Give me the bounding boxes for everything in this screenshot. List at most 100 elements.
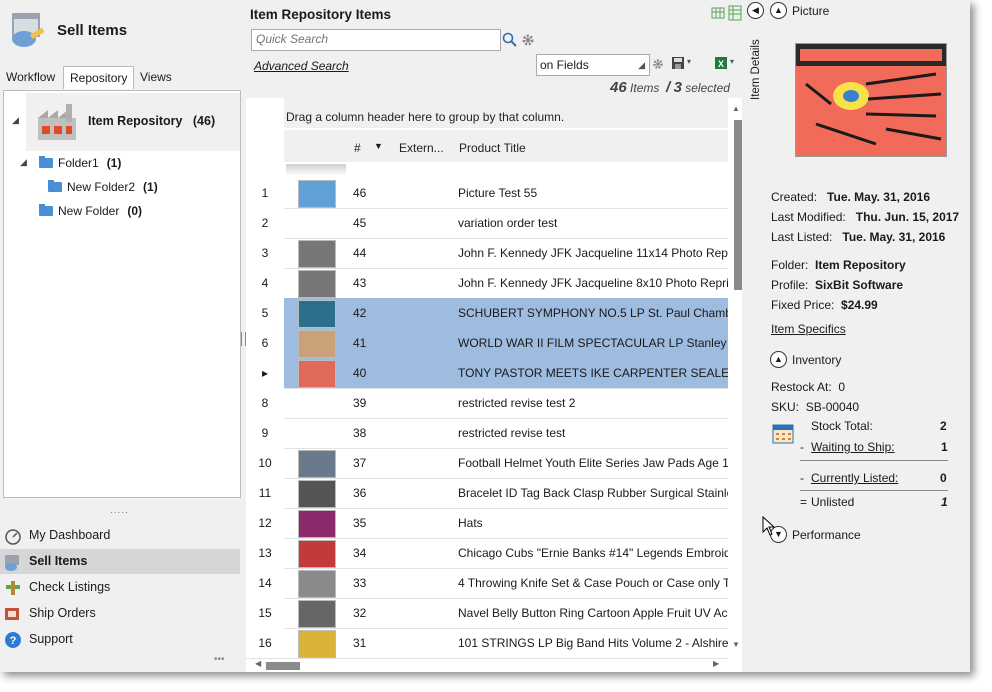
table-row[interactable]: 3 44 John F. Kennedy JFK Jacqueline 11x14 … bbox=[246, 238, 728, 269]
search-fields-dropdown[interactable]: on Fields ◢ bbox=[536, 54, 650, 76]
sku-row: SKU: SB-00040 bbox=[771, 400, 860, 414]
column-header-external[interactable]: Extern... bbox=[399, 141, 444, 155]
left-panel: Sell Items Workflow Repository Views ◢ I… bbox=[0, 0, 243, 672]
item-details-vertical-tab[interactable]: Item Details bbox=[750, 36, 766, 100]
table-row[interactable]: 6 41 WORLD WAR II FILM SPECTACULAR LP Stan… bbox=[246, 328, 728, 359]
row-number[interactable]: 4 bbox=[246, 268, 284, 298]
save-dropdown-chevron-icon[interactable]: ▾ bbox=[687, 57, 691, 66]
row-number[interactable]: 5 bbox=[246, 298, 284, 328]
table-row[interactable]: 14 33 4 Throwing Knife Set & Case Pouch or… bbox=[246, 568, 728, 599]
vertical-scrollbar-thumb[interactable] bbox=[734, 120, 742, 290]
product-title: variation order test bbox=[458, 216, 558, 230]
scroll-right-arrow-icon[interactable]: ▶ bbox=[713, 659, 719, 668]
tree-node-new-folder2[interactable]: New Folder2 (1) bbox=[48, 180, 158, 194]
table-row[interactable]: 2 45 variation order test bbox=[246, 208, 728, 239]
item-specifics-link[interactable]: Item Specifics bbox=[771, 322, 846, 336]
collapse-arrow-icon[interactable]: ◢ bbox=[12, 115, 19, 126]
nav-ship-orders[interactable]: Ship Orders bbox=[0, 601, 240, 626]
tree-node-folder1[interactable]: Folder1 (1) bbox=[39, 156, 121, 170]
svg-text:X: X bbox=[718, 59, 724, 69]
splitter-grip[interactable]: ..... bbox=[110, 505, 129, 516]
search-icon[interactable] bbox=[502, 32, 518, 48]
search-settings-gear-icon[interactable] bbox=[520, 32, 536, 48]
app-window: Sell Items Workflow Repository Views ◢ I… bbox=[0, 0, 970, 672]
more-options-icon[interactable]: ••• bbox=[214, 654, 225, 665]
quick-search-field[interactable] bbox=[251, 29, 501, 51]
row-number[interactable]: 6 bbox=[246, 328, 284, 358]
horizontal-scrollbar-thumb[interactable] bbox=[266, 662, 300, 670]
table-row[interactable]: 13 34 Chicago Cubs "Ernie Banks #14" Legen… bbox=[246, 538, 728, 569]
repository-tree: ◢ Item Repository (46) ◢ Folder1 (1) New … bbox=[3, 90, 241, 498]
row-number[interactable]: 14 bbox=[246, 568, 284, 598]
quick-search-input[interactable] bbox=[252, 30, 500, 48]
table-row[interactable]: 12 35 Hats bbox=[246, 508, 728, 539]
picture-collapse-chevron-icon[interactable]: ▲ bbox=[770, 2, 787, 19]
column-header-product-title[interactable]: Product Title bbox=[459, 141, 526, 155]
chevron-down-icon: ◢ bbox=[638, 60, 645, 70]
left-tabs: Workflow Repository Views bbox=[0, 66, 243, 90]
app-title: Sell Items bbox=[57, 22, 128, 39]
factory-icon bbox=[38, 104, 76, 140]
tab-repository[interactable]: Repository bbox=[63, 66, 135, 89]
column-header-number[interactable]: # bbox=[354, 141, 361, 155]
table-row[interactable]: 1 46 Picture Test 55 bbox=[246, 178, 728, 209]
table-row[interactable]: 10 37 Football Helmet Youth Elite Series J… bbox=[246, 448, 728, 479]
export-dropdown-chevron-icon[interactable]: ▾ bbox=[730, 57, 734, 66]
table-row[interactable]: 8 39 restricted revise test 2 bbox=[246, 388, 728, 419]
table-row[interactable]: 4 43 John F. Kennedy JFK Jacqueline 8x10 P… bbox=[246, 268, 728, 299]
row-number[interactable]: 8 bbox=[246, 388, 284, 418]
center-panel: Item Repository Items Advanced Search on… bbox=[246, 0, 746, 672]
grid-view-icon[interactable] bbox=[711, 6, 725, 20]
row-number[interactable]: 2 bbox=[246, 208, 284, 238]
currently-listed-link[interactable]: Currently Listed: bbox=[811, 471, 898, 485]
row-number[interactable]: ▸ bbox=[246, 358, 284, 388]
scroll-left-arrow-icon[interactable]: ◀ bbox=[255, 659, 261, 668]
row-number[interactable]: 11 bbox=[246, 478, 284, 508]
created-row: Created: Tue. May. 31, 2016 bbox=[771, 190, 930, 204]
tab-views[interactable]: Views bbox=[134, 66, 178, 88]
table-row[interactable]: 16 31 101 STRINGS LP Big Band Hits Volume … bbox=[246, 628, 728, 659]
row-number[interactable]: 9 bbox=[246, 418, 284, 448]
item-number: 37 bbox=[353, 456, 367, 470]
nav-check-listings[interactable]: Check Listings bbox=[0, 575, 240, 600]
row-number[interactable]: 12 bbox=[246, 508, 284, 538]
nav-support[interactable]: ? Support bbox=[0, 627, 240, 652]
inventory-collapse-chevron-icon[interactable]: ▲ bbox=[770, 351, 787, 368]
sort-desc-icon[interactable]: ▼ bbox=[374, 141, 383, 151]
product-title: restricted revise test 2 bbox=[458, 396, 576, 410]
row-number[interactable]: 15 bbox=[246, 598, 284, 628]
item-picture bbox=[795, 43, 947, 157]
fields-gear-icon[interactable] bbox=[651, 57, 665, 71]
mouse-cursor-icon bbox=[762, 516, 776, 536]
tab-workflow[interactable]: Workflow bbox=[0, 66, 61, 88]
waiting-to-ship-link[interactable]: Waiting to Ship: bbox=[811, 440, 895, 454]
table-view-icon[interactable] bbox=[728, 5, 742, 21]
table-row[interactable]: 9 38 restricted revise test bbox=[246, 418, 728, 449]
excel-export-icon[interactable]: X bbox=[714, 56, 728, 70]
fixed-price-row: Fixed Price: $24.99 bbox=[771, 298, 878, 312]
advanced-search-link[interactable]: Advanced Search bbox=[254, 59, 349, 73]
table-row[interactable]: 15 32 Navel Belly Button Ring Cartoon Appl… bbox=[246, 598, 728, 629]
collapse-arrow-icon[interactable]: ◢ bbox=[20, 157, 27, 168]
tree-node-new-folder[interactable]: New Folder (0) bbox=[39, 204, 142, 218]
restock-row: Restock At: 0 bbox=[771, 380, 846, 394]
table-row[interactable]: 5 42 SCHUBERT SYMPHONY NO.5 LP St. Paul Ch… bbox=[246, 298, 728, 329]
waiting-to-ship-value: 1 bbox=[941, 440, 948, 454]
scroll-down-arrow-icon[interactable]: ▼ bbox=[732, 640, 740, 649]
row-number[interactable]: 10 bbox=[246, 448, 284, 478]
collapse-details-chevron-icon[interactable]: ◀ bbox=[747, 2, 764, 19]
nav-my-dashboard[interactable]: My Dashboard bbox=[0, 523, 240, 548]
nav-sell-items[interactable]: Sell Items bbox=[0, 549, 240, 574]
row-number[interactable]: 13 bbox=[246, 538, 284, 568]
tree-node-item-repository[interactable]: Item Repository (46) bbox=[26, 93, 240, 151]
save-icon[interactable] bbox=[671, 56, 685, 70]
table-row[interactable]: 11 36 Bracelet ID Tag Back Clasp Rubber Su… bbox=[246, 478, 728, 509]
row-number[interactable]: 3 bbox=[246, 238, 284, 268]
item-thumbnail bbox=[298, 270, 336, 298]
table-row[interactable]: ▸ 40 TONY PASTOR MEETS IKE CARPENTER SEALE… bbox=[246, 358, 728, 389]
row-number[interactable]: 1 bbox=[246, 178, 284, 208]
folder-row: Folder: Item Repository bbox=[771, 258, 906, 272]
scroll-up-arrow-icon[interactable]: ▲ bbox=[732, 104, 740, 113]
unlisted-value: 1 bbox=[941, 495, 948, 509]
row-number[interactable]: 16 bbox=[246, 628, 284, 658]
